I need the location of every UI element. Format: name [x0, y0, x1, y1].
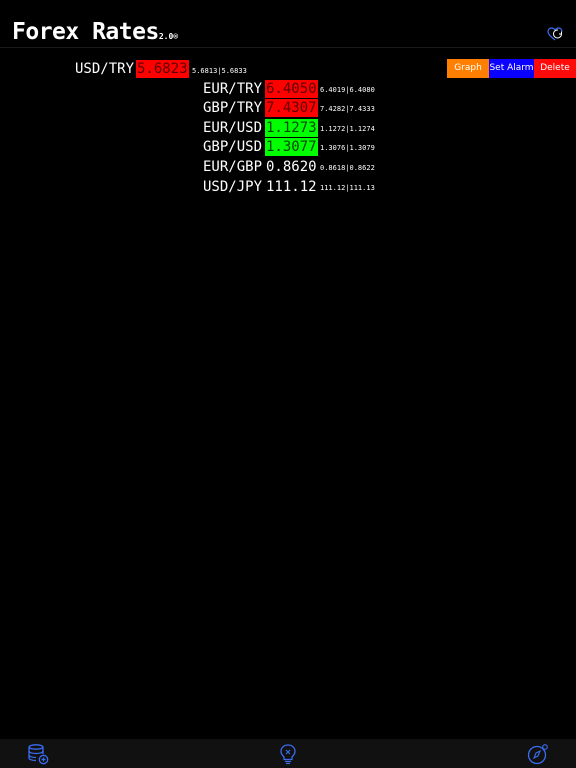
pair-row[interactable]: USD/JPY 111.12 111.12|111.13: [0, 178, 440, 196]
pair-bid-ask: 6.4019|6.4080: [320, 86, 375, 94]
pair-bid-ask: 1.3076|1.3079: [320, 144, 375, 152]
pair-label: EUR/USD: [203, 120, 263, 136]
pair-rate: 7.4307: [265, 99, 318, 117]
main-pair-bid-ask: 5.6813|5.6833: [192, 67, 247, 75]
graph-button[interactable]: Graph: [447, 59, 489, 78]
pair-label: EUR/TRY: [203, 81, 263, 97]
pair-bid-ask: 1.1272|1.1274: [320, 125, 375, 133]
main-pair-label: USD/TRY: [75, 61, 135, 77]
main-pair-rate: 5.6823: [136, 60, 189, 78]
bottom-tab-bar: [0, 739, 576, 768]
pair-row[interactable]: GBP/TRY 7.4307 7.4282|7.4333: [0, 99, 440, 117]
pair-rate: 1.1273: [265, 119, 318, 137]
pair-row[interactable]: EUR/GBP 0.8620 0.8618|0.8622: [0, 158, 440, 176]
lightbulb-icon[interactable]: [277, 743, 299, 765]
pair-rate: 1.3077: [265, 138, 318, 156]
app-title: Forex Rates2.0®: [12, 17, 178, 52]
set-alarm-button[interactable]: Set Alarm: [489, 59, 534, 78]
pair-row[interactable]: GBP/USD 1.3077 1.3076|1.3079: [0, 138, 440, 156]
pair-label: USD/JPY: [203, 179, 263, 195]
pair-rate: 6.4050: [265, 80, 318, 98]
pair-label: EUR/GBP: [203, 159, 263, 175]
database-add-icon[interactable]: [27, 743, 49, 765]
pair-label: GBP/TRY: [203, 100, 263, 116]
pair-label: GBP/USD: [203, 139, 263, 155]
pair-rate: 0.8620: [266, 159, 317, 175]
main-pair-row[interactable]: USD/TRY 5.6823 5.6813|5.6833: [0, 60, 440, 78]
pair-bid-ask: 0.8618|0.8622: [320, 164, 375, 172]
refresh-heart-icon[interactable]: [546, 25, 564, 43]
app-title-text: Forex Rates: [12, 19, 159, 45]
header: Forex Rates2.0®: [0, 0, 576, 48]
compass-settings-icon[interactable]: [527, 743, 549, 765]
pair-bid-ask: 111.12|111.13: [320, 184, 375, 192]
pair-row[interactable]: EUR/USD 1.1273 1.1272|1.1274: [0, 119, 440, 137]
app-version: 2.0®: [158, 32, 179, 41]
pair-row[interactable]: EUR/TRY 6.4050 6.4019|6.4080: [0, 80, 440, 98]
pair-rate: 111.12: [266, 179, 317, 195]
pair-bid-ask: 7.4282|7.4333: [320, 105, 375, 113]
delete-button[interactable]: Delete: [534, 59, 576, 78]
